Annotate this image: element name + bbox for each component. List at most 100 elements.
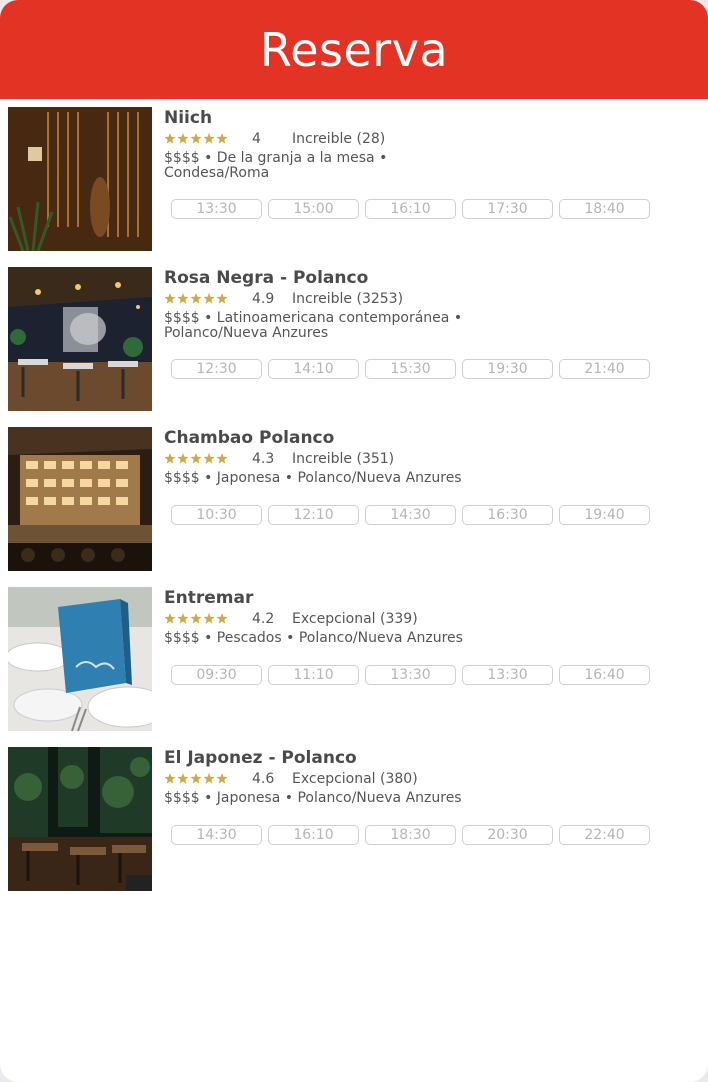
restaurant-name[interactable]: Niich <box>164 107 688 129</box>
description-line: Condesa/Roma <box>164 165 270 181</box>
restaurant-description: $$$$ • Japonesa • Polanco/Nueva Anzures <box>164 471 688 486</box>
review-summary: Excepcional (380) <box>292 771 418 787</box>
time-slot-button[interactable]: 13:30 <box>462 665 553 685</box>
description-line: $$$$ • Latinoamericana contemporánea • <box>164 310 463 326</box>
star-icon <box>190 773 202 784</box>
time-slots: 13:30 15:00 16:10 17:30 18:40 <box>171 199 650 219</box>
time-slot-button[interactable]: 13:30 <box>171 199 262 219</box>
rating-score: 4.3 <box>252 451 275 467</box>
time-slot-button[interactable]: 20:30 <box>462 825 553 845</box>
star-icon <box>203 453 215 464</box>
time-slot-button[interactable]: 12:10 <box>268 505 359 525</box>
star-icon <box>164 773 176 784</box>
time-slot-button[interactable]: 10:30 <box>171 505 262 525</box>
app-window: Reserva Niich 4 Increible (28) $$$$ • De… <box>0 0 708 1082</box>
time-slots: 12:30 14:10 15:30 19:30 21:40 <box>171 359 650 379</box>
time-slot-button[interactable]: 13:30 <box>365 665 456 685</box>
time-slot-button[interactable]: 16:10 <box>365 199 456 219</box>
rating-score: 4 <box>252 131 261 147</box>
restaurant-photo-image <box>8 267 152 411</box>
time-slots: 14:30 16:10 18:30 20:30 22:40 <box>171 825 650 845</box>
restaurant-row-el-japonez[interactable]: El Japonez - Polanco 4.6 Excepcional (38… <box>0 747 708 907</box>
star-icon <box>216 133 228 144</box>
review-summary: Increible (28) <box>292 131 386 147</box>
time-slots: 10:30 12:10 14:30 16:30 19:40 <box>171 505 650 525</box>
star-icon <box>216 453 228 464</box>
restaurant-description: $$$$ • Pescados • Polanco/Nueva Anzures <box>164 631 688 646</box>
star-icon <box>177 453 189 464</box>
star-icon <box>164 133 176 144</box>
star-icon <box>203 133 215 144</box>
description-line: Polanco/Nueva Anzures <box>164 325 329 341</box>
time-slot-button[interactable]: 09:30 <box>171 665 262 685</box>
time-slot-button[interactable]: 18:40 <box>559 199 650 219</box>
description-line: $$$$ • Japonesa • Polanco/Nueva Anzures <box>164 790 462 806</box>
restaurant-row-chambao[interactable]: Chambao Polanco 4.3 Increible (351) $$$$… <box>0 427 708 587</box>
star-icon <box>190 293 202 304</box>
star-icon <box>177 293 189 304</box>
restaurant-photo[interactable] <box>8 747 152 891</box>
description-line: $$$$ • De la granja a la mesa • <box>164 150 388 166</box>
time-slot-button[interactable]: 15:30 <box>365 359 456 379</box>
time-slot-button[interactable]: 19:30 <box>462 359 553 379</box>
star-rating <box>164 133 228 144</box>
star-icon <box>190 133 202 144</box>
star-icon <box>203 613 215 624</box>
review-summary: Increible (351) <box>292 451 395 467</box>
star-icon <box>177 773 189 784</box>
time-slot-button[interactable]: 16:30 <box>462 505 553 525</box>
time-slot-button[interactable]: 21:40 <box>559 359 650 379</box>
restaurant-name[interactable]: Entremar <box>164 587 688 609</box>
restaurant-name[interactable]: El Japonez - Polanco <box>164 747 688 769</box>
restaurant-description: $$$$ • Latinoamericana contemporánea • P… <box>164 311 688 341</box>
time-slot-button[interactable]: 16:10 <box>268 825 359 845</box>
star-icon <box>164 293 176 304</box>
star-icon <box>216 773 228 784</box>
review-summary: Increible (3253) <box>292 291 404 307</box>
star-icon <box>216 613 228 624</box>
restaurant-photo[interactable] <box>8 107 152 251</box>
restaurant-description: $$$$ • Japonesa • Polanco/Nueva Anzures <box>164 791 688 806</box>
page-title: Reserva <box>259 22 449 77</box>
restaurant-photo[interactable] <box>8 427 152 571</box>
star-icon <box>177 133 189 144</box>
rating-score: 4.2 <box>252 611 275 627</box>
time-slots: 09:30 11:10 13:30 13:30 16:40 <box>171 665 650 685</box>
time-slot-button[interactable]: 14:30 <box>365 505 456 525</box>
time-slot-button[interactable]: 14:30 <box>171 825 262 845</box>
star-icon <box>177 613 189 624</box>
header-bar: Reserva <box>0 0 708 99</box>
restaurant-photo-image <box>8 587 152 731</box>
star-icon <box>190 453 202 464</box>
restaurant-photo-image <box>8 747 152 891</box>
restaurant-name[interactable]: Chambao Polanco <box>164 427 688 449</box>
review-summary: Excepcional (339) <box>292 611 418 627</box>
time-slot-button[interactable]: 12:30 <box>171 359 262 379</box>
star-rating <box>164 773 228 784</box>
star-icon <box>203 773 215 784</box>
time-slot-button[interactable]: 16:40 <box>559 665 650 685</box>
time-slot-button[interactable]: 17:30 <box>462 199 553 219</box>
star-icon <box>203 293 215 304</box>
time-slot-button[interactable]: 19:40 <box>559 505 650 525</box>
rating-score: 4.9 <box>252 291 275 307</box>
rating-score: 4.6 <box>252 771 275 787</box>
restaurant-photo[interactable] <box>8 587 152 731</box>
restaurant-row-entremar[interactable]: Entremar 4.2 Excepcional (339) $$$$ • Pe… <box>0 587 708 747</box>
time-slot-button[interactable]: 15:00 <box>268 199 359 219</box>
star-icon <box>164 453 176 464</box>
star-rating <box>164 453 228 464</box>
restaurant-row-niich[interactable]: Niich 4 Increible (28) $$$$ • De la gran… <box>0 107 708 267</box>
star-rating <box>164 293 228 304</box>
restaurant-photo-image <box>8 107 152 251</box>
restaurant-photo[interactable] <box>8 267 152 411</box>
restaurant-photo-image <box>8 427 152 571</box>
description-line: $$$$ • Japonesa • Polanco/Nueva Anzures <box>164 470 462 486</box>
star-icon <box>216 293 228 304</box>
time-slot-button[interactable]: 14:10 <box>268 359 359 379</box>
restaurant-name[interactable]: Rosa Negra - Polanco <box>164 267 688 289</box>
restaurant-row-rosa-negra[interactable]: Rosa Negra - Polanco 4.9 Increible (3253… <box>0 267 708 427</box>
time-slot-button[interactable]: 18:30 <box>365 825 456 845</box>
time-slot-button[interactable]: 22:40 <box>559 825 650 845</box>
time-slot-button[interactable]: 11:10 <box>268 665 359 685</box>
